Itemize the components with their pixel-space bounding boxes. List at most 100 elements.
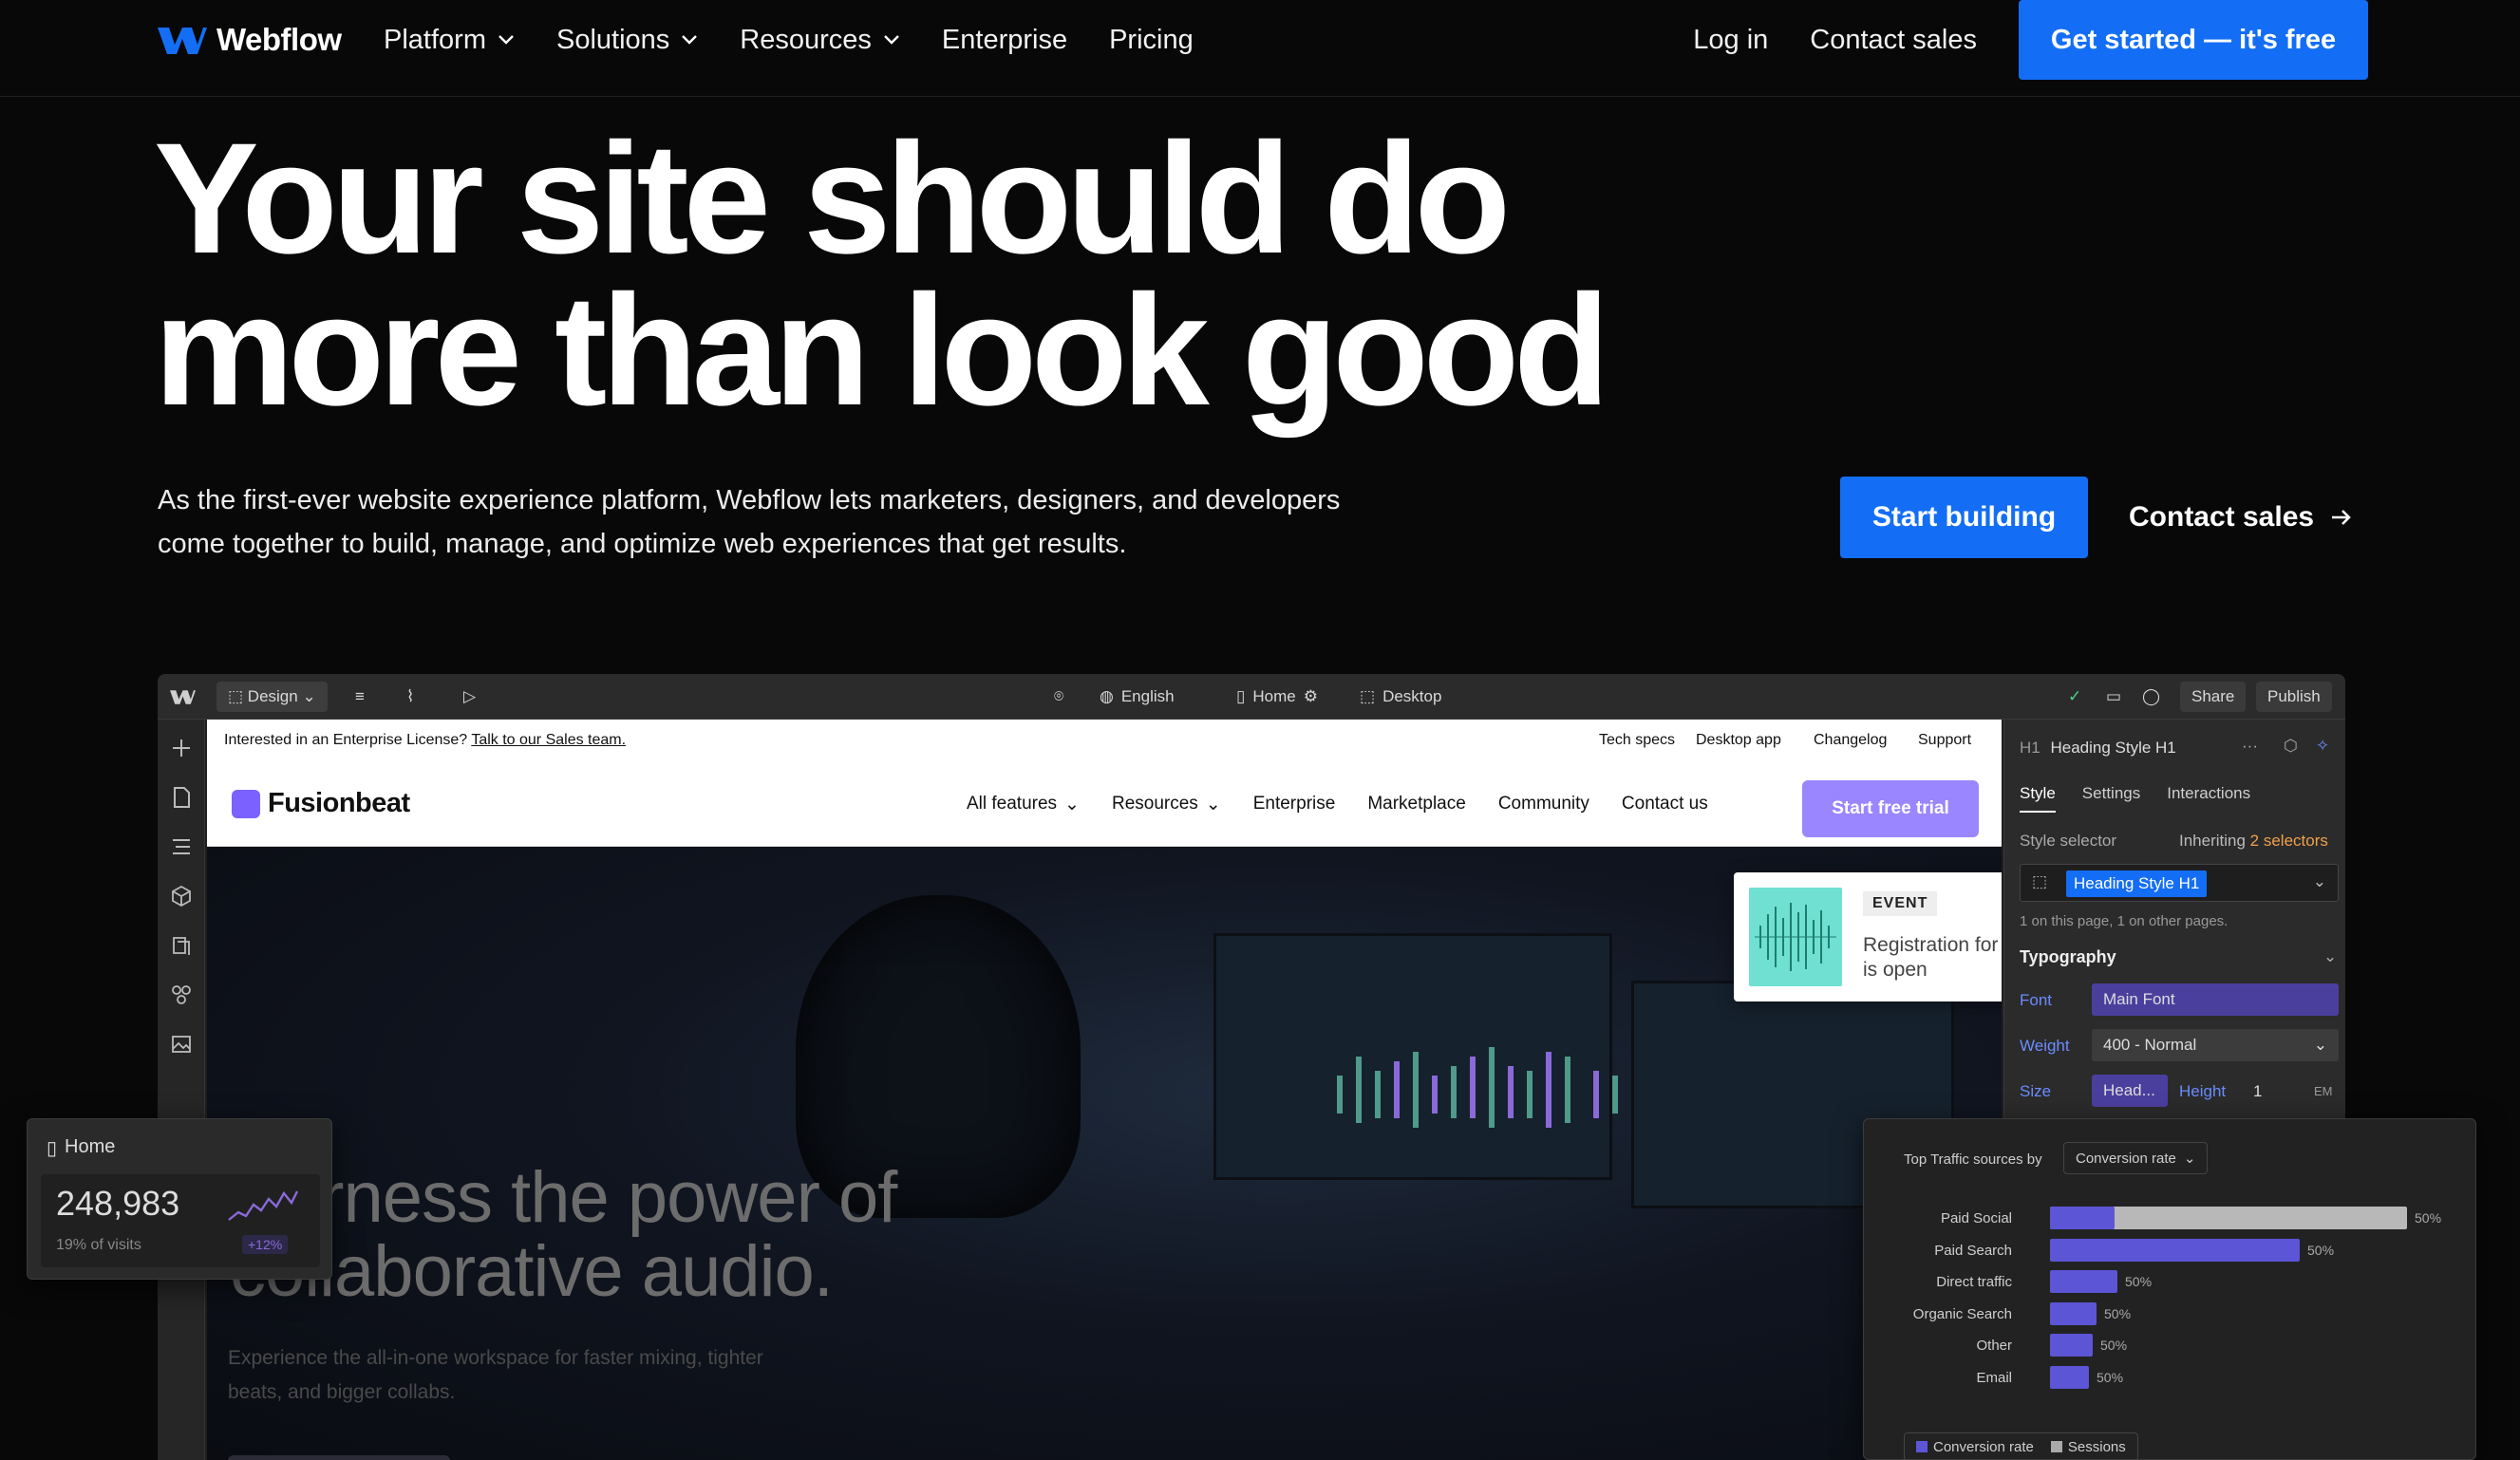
comment-icon[interactable]: ▭: [2106, 674, 2121, 720]
strip-link-desktop-app[interactable]: Desktop app: [1696, 732, 1781, 749]
start-building-button[interactable]: Start building: [1840, 477, 2088, 558]
tab-style[interactable]: Style: [2020, 784, 2056, 813]
variables-icon[interactable]: [170, 983, 193, 1006]
design-mode-pill: ⬚ Design ⌄: [216, 682, 328, 712]
nav-link-resources[interactable]: Resources: [740, 25, 900, 56]
navigator-icon[interactable]: [170, 835, 193, 858]
waveform-icon: [1755, 903, 1836, 971]
fusionbeat-cta-button[interactable]: [228, 1455, 450, 1460]
legend-item-sessions: Sessions: [2050, 1438, 2126, 1455]
fusionbeat-logo[interactable]: Fusionbeat: [232, 788, 410, 819]
language-selector[interactable]: ◍ English: [1100, 674, 1175, 720]
visits-share: 19% of visits: [56, 1237, 141, 1253]
start-free-trial-button[interactable]: Start free trial: [1802, 780, 1979, 837]
page-selector[interactable]: ▯ Home ⚙: [1236, 674, 1318, 720]
assets-icon[interactable]: [170, 1033, 193, 1056]
chevron-down-icon: [682, 35, 698, 45]
traffic-row-value: 50%: [2125, 1274, 2153, 1289]
height-field[interactable]: 1: [2253, 1082, 2262, 1101]
traffic-row: Paid Social 50%: [1864, 1205, 2477, 1231]
nav-link-enterprise[interactable]: Enterprise: [942, 25, 1067, 56]
tab-interactions[interactable]: Interactions: [2167, 784, 2250, 813]
event-text: Registration for FusionConf is open: [1863, 934, 2002, 981]
fb-nav-contact[interactable]: Contact us: [1622, 794, 1708, 814]
fb-nav-community[interactable]: Community: [1498, 794, 1589, 814]
ai-sparkle-icon[interactable]: ✧: [2316, 737, 2329, 756]
language-label: English: [1120, 687, 1175, 705]
selectors-count[interactable]: 2 selectors: [2250, 832, 2328, 850]
fusionbeat-nav-links: All features ⌄ Resources ⌄ Enterprise Mark…: [967, 761, 1708, 847]
nav-link-pricing[interactable]: Pricing: [1109, 25, 1194, 56]
add-icon[interactable]: [170, 737, 193, 759]
strip-text: Interested in an Enterprise License? Tal…: [224, 732, 626, 749]
traffic-row-label: Other: [1976, 1338, 2012, 1354]
preview-play-icon[interactable]: ▷: [463, 674, 476, 720]
typography-heading[interactable]: Typography: [2020, 947, 2116, 967]
visits-delta-badge: +12%: [242, 1235, 289, 1254]
chevron-down-icon: ⌄: [1205, 794, 1221, 814]
focus-icon[interactable]: ⌾: [1054, 674, 1063, 720]
cms-icon[interactable]: ≡: [355, 674, 365, 720]
more-icon[interactable]: ···: [2242, 737, 2258, 756]
weight-label: Weight: [2020, 1037, 2070, 1055]
chevron-down-icon: ⌄: [2323, 947, 2338, 965]
designer-topbar: ⬚ Design ⌄ ≡ ⌇ ▷ ⌾ ◍ English ▯ Home ⚙ ⬚ …: [158, 674, 2345, 720]
strip-link-changelog[interactable]: Changelog: [1814, 732, 1887, 749]
components-icon[interactable]: [170, 885, 193, 908]
tab-settings[interactable]: Settings: [2082, 784, 2140, 813]
check-icon: ✓: [2068, 687, 2082, 705]
traffic-row-value: 50%: [2100, 1338, 2128, 1353]
traffic-metric-dropdown[interactable]: Conversion rate ⌄: [2063, 1142, 2209, 1174]
component-icon[interactable]: ⬡: [2284, 737, 2298, 756]
get-started-button[interactable]: Get started — it's free: [2019, 0, 2368, 80]
style-selector-field[interactable]: ⬚ Heading Style H1 ⌄: [2020, 864, 2339, 902]
element-tag: H1: [2020, 739, 2040, 757]
webflow-logo-icon: [170, 690, 196, 704]
fb-nav-label: Resources: [1111, 794, 1198, 814]
webflow-logo[interactable]: Webflow: [156, 21, 342, 59]
fb-nav-all-features[interactable]: All features ⌄: [967, 794, 1080, 815]
hero-subtitle-line-1: As the first-ever website experience pla…: [158, 485, 1341, 515]
chevron-down-icon: [884, 35, 899, 45]
weight-select[interactable]: 400 - Normal ⌄: [2092, 1029, 2339, 1061]
visits-value: 248,983: [56, 1184, 180, 1223]
traffic-row-label: Email: [1976, 1369, 2012, 1386]
login-link[interactable]: Log in: [1693, 25, 1768, 56]
designer-canvas[interactable]: Interested in an Enterprise License? Tal…: [207, 720, 2002, 1460]
share-button[interactable]: Share: [2180, 674, 2247, 720]
hero-title: Your site should do more than look good: [154, 121, 1673, 430]
font-field[interactable]: Main Font: [2092, 983, 2339, 1016]
nav-link-solutions[interactable]: Solutions: [556, 25, 698, 56]
designer-left-toolbar: [158, 720, 205, 1460]
breakpoint-selector[interactable]: ⬚ Desktop: [1360, 674, 1441, 720]
cms-collections-icon[interactable]: [170, 934, 193, 957]
strip-link-tech-specs[interactable]: Tech specs: [1599, 732, 1675, 749]
designer-logo[interactable]: [169, 674, 196, 720]
top-navigation: Webflow Platform Solutions Resources Ent…: [0, 0, 2520, 97]
panel-tabs: Style Settings Interactions: [2020, 784, 2250, 813]
fb-nav-resources[interactable]: Resources ⌄: [1112, 794, 1221, 815]
fb-nav-enterprise[interactable]: Enterprise: [1253, 794, 1336, 814]
chat-icon[interactable]: ◯: [2142, 674, 2160, 720]
height-unit[interactable]: EM: [2314, 1084, 2333, 1098]
nav-link-platform[interactable]: Platform: [384, 25, 515, 56]
strip-sales-link[interactable]: Talk to our Sales team.: [471, 732, 626, 748]
event-card[interactable]: EVENT Registration for FusionConf is ope…: [1734, 872, 2002, 1001]
pages-icon[interactable]: [170, 786, 193, 809]
selector-chip[interactable]: Heading Style H1: [2066, 870, 2208, 897]
contact-sales-link[interactable]: Contact sales: [1810, 25, 1977, 56]
analytics-icon[interactable]: ⌇: [406, 674, 414, 720]
legend-label: Sessions: [2067, 1438, 2126, 1455]
strip-link-support[interactable]: Support: [1918, 732, 1971, 749]
traffic-metric-label: Conversion rate: [2076, 1150, 2176, 1167]
traffic-title: Top Traffic sources by: [1904, 1151, 2042, 1168]
size-field[interactable]: Head...: [2092, 1075, 2168, 1107]
event-tag: EVENT: [1863, 891, 1938, 916]
traffic-row-label: Direct traffic: [1936, 1274, 2012, 1290]
size-label: Size: [2020, 1082, 2052, 1100]
design-mode-button[interactable]: ⬚ Design ⌄: [216, 674, 328, 720]
fb-nav-marketplace[interactable]: Marketplace: [1367, 794, 1466, 814]
publish-button[interactable]: Publish: [2256, 674, 2332, 720]
hero-subtitle: As the first-ever website experience pla…: [158, 478, 1487, 566]
hero-contact-sales-link[interactable]: Contact sales: [2129, 496, 2352, 539]
